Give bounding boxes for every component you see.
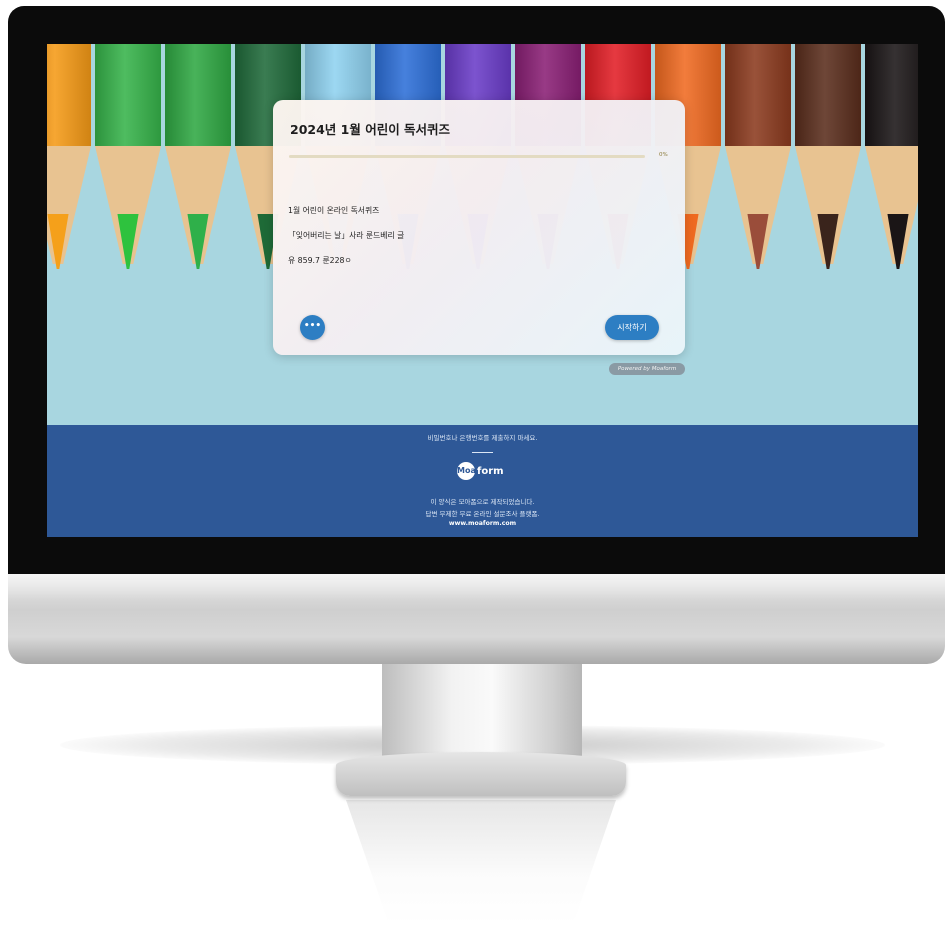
quiz-description-line: 「잊어버리는 날」사라 룬드베리 글 [288, 231, 405, 240]
quiz-card: 2024년 1월 어린이 독서퀴즈 0% 1월 어린이 온라인 독서퀴즈 「잊어… [273, 100, 685, 355]
stand-reflection [346, 800, 616, 925]
progress-percent: 0% [659, 152, 668, 158]
monitor-chin-highlight [8, 574, 945, 600]
progress-bar [289, 155, 645, 158]
made-with-text: 이 양식은 모아폼으로 제작되었습니다. [430, 498, 535, 506]
moaform-logo[interactable]: Moa form [457, 462, 504, 480]
moaform-logo-mark: Moa [457, 462, 476, 480]
quiz-description-line: 1월 어린이 온라인 독서퀴즈 [288, 206, 380, 215]
pencil [795, 44, 861, 314]
moaform-logo-text: form [477, 465, 504, 477]
quiz-description-line: 유 859.7 룬228ㅇ [288, 256, 352, 265]
pencil [47, 44, 91, 314]
start-button[interactable]: 시작하기 [605, 315, 659, 340]
page-footer: 비밀번호나 은행번호를 제출하지 마세요. Moa form 이 양식은 모아폼… [47, 425, 918, 537]
more-options-button[interactable]: ••• [300, 315, 325, 340]
pencil [165, 44, 231, 314]
quiz-title: 2024년 1월 어린이 독서퀴즈 [290, 122, 451, 137]
pencil [725, 44, 791, 314]
pencil [865, 44, 918, 314]
powered-by-badge[interactable]: Powered by Moaform [609, 363, 685, 375]
footer-link[interactable]: www.moaform.com [47, 520, 918, 527]
monitor-stand-base [336, 752, 626, 796]
pencil [95, 44, 161, 314]
screen: 2024년 1월 어린이 독서퀴즈 0% 1월 어린이 온라인 독서퀴즈 「잊어… [47, 44, 918, 537]
tagline-text: 답변 무제한 무료 온라인 설문조사 플랫폼. [425, 510, 540, 518]
monitor-stand-neck [382, 664, 582, 764]
security-notice: 비밀번호나 은행번호를 제출하지 마세요. [427, 434, 538, 442]
footer-divider [472, 452, 493, 453]
